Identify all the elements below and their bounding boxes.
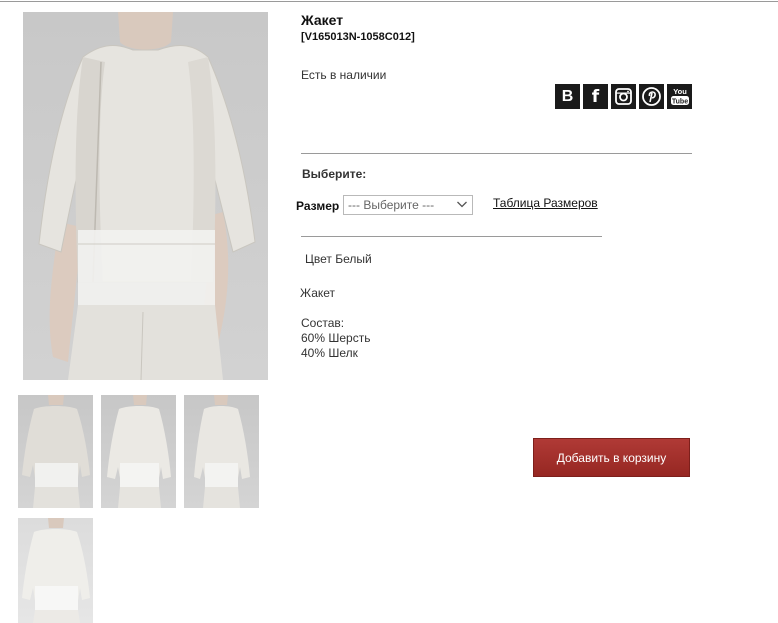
options-heading: Выберите: (302, 167, 367, 181)
thumbnail-image[interactable] (18, 395, 93, 508)
divider (301, 236, 602, 237)
product-color: Цвет Белый (305, 252, 372, 266)
stock-status: Есть в наличии (301, 68, 387, 82)
size-select-value: --- Выберите --- (348, 198, 435, 212)
product-composition: Состав: 60% Шерсть 40% Шелк (301, 316, 370, 361)
social-links: B f You Tube (555, 84, 692, 109)
chevron-down-icon (456, 198, 468, 213)
pinterest-icon[interactable] (639, 84, 664, 109)
composition-heading: Состав: (301, 316, 345, 330)
size-chart-link[interactable]: Таблица Размеров (493, 196, 598, 210)
composition-line: 60% Шерсть (301, 331, 371, 345)
size-label: Размер (296, 199, 340, 213)
vk-icon[interactable]: B (555, 84, 580, 109)
main-product-image[interactable] (23, 12, 268, 380)
facebook-icon[interactable]: f (583, 84, 608, 109)
instagram-icon[interactable] (611, 84, 636, 109)
thumbnail-image[interactable] (18, 518, 93, 623)
add-to-cart-button[interactable]: Добавить в корзину (533, 438, 690, 477)
top-divider (0, 1, 778, 2)
product-description: Жакет (300, 286, 336, 300)
thumbnail-image[interactable] (101, 395, 176, 508)
youtube-icon[interactable]: You Tube (667, 84, 692, 109)
thumbnail-image[interactable] (184, 395, 259, 508)
size-select[interactable]: --- Выберите --- (343, 195, 473, 215)
composition-line: 40% Шелк (301, 346, 358, 360)
svg-text:You: You (673, 87, 687, 96)
svg-text:Tube: Tube (671, 98, 687, 105)
product-title: Жакет (301, 12, 344, 28)
product-sku: [V165013N-1058C012] (301, 31, 415, 43)
divider (301, 153, 692, 154)
